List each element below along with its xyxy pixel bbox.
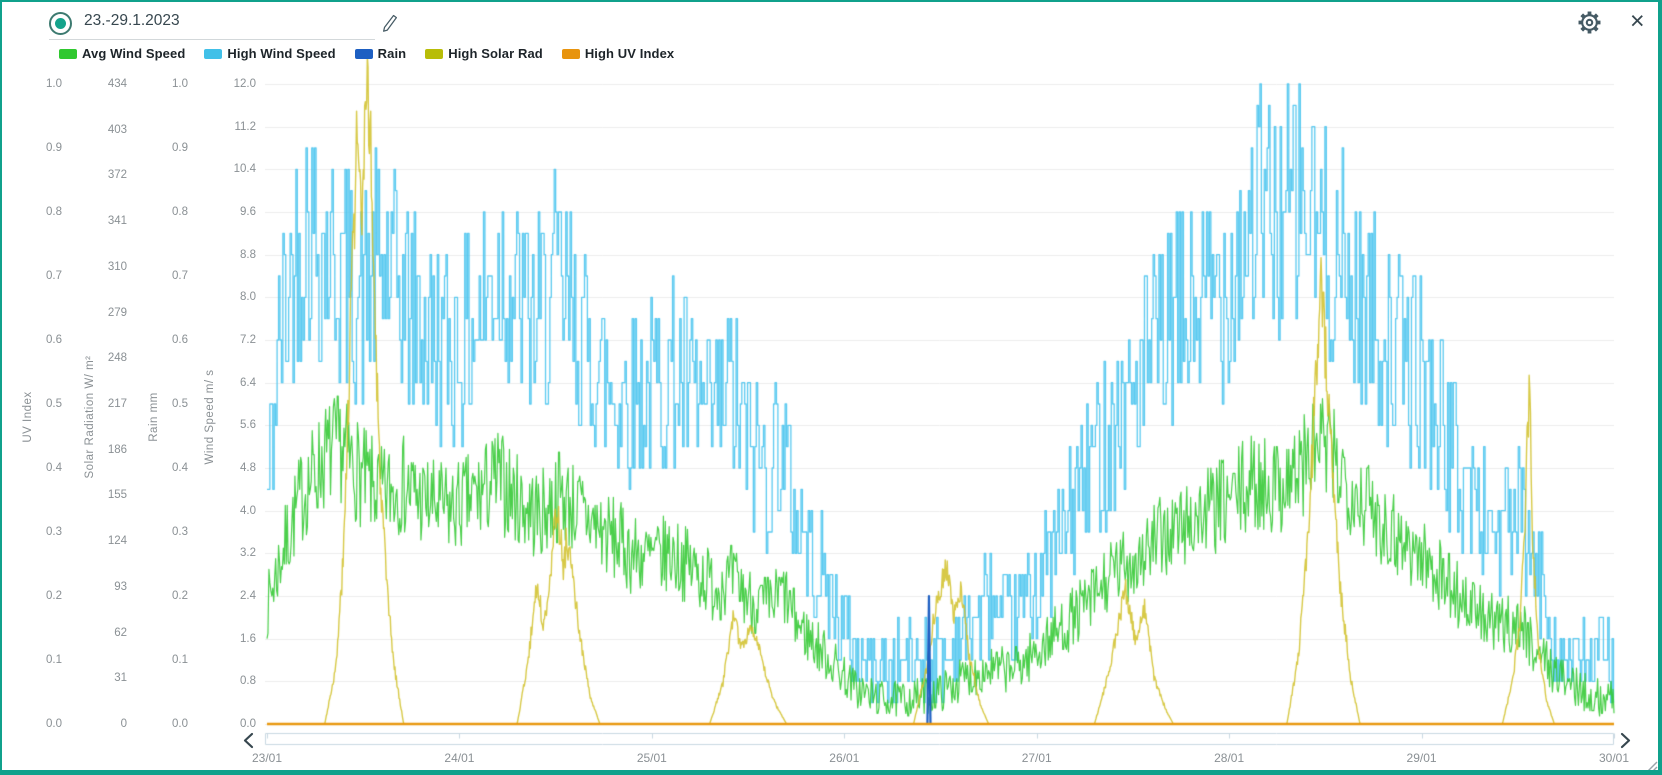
y-tick-label: 9.6 — [210, 205, 256, 219]
record-dot — [55, 18, 66, 29]
y-tick-label: 1.6 — [210, 632, 256, 646]
y-tick-label: 1.0 — [16, 77, 62, 91]
y-tick-label: 0.8 — [142, 205, 188, 219]
y-tick-label: 0.6 — [16, 333, 62, 347]
y-tick-label: 10.4 — [210, 162, 256, 176]
date-range-input[interactable] — [84, 10, 374, 36]
y-axis-title: Rain mm — [148, 392, 160, 442]
y-tick-label: 62 — [81, 626, 127, 640]
legend-label: High UV Index — [585, 46, 674, 61]
legend-label: High Solar Rad — [448, 46, 543, 61]
y-tick-label: 0.0 — [16, 717, 62, 731]
y-tick-label: 0.0 — [142, 717, 188, 731]
legend-swatch — [355, 49, 373, 59]
y-tick-label: 372 — [81, 168, 127, 182]
resize-handle-icon[interactable] — [1644, 758, 1658, 772]
y-tick-label: 5.6 — [210, 418, 256, 432]
legend-label: High Wind Speed — [227, 46, 335, 61]
y-tick-label: 403 — [81, 123, 127, 137]
y-tick-label: 4.8 — [210, 461, 256, 475]
y-tick-label: 0.8 — [16, 205, 62, 219]
y-tick-label: 8.8 — [210, 248, 256, 262]
y-tick-label: 0.2 — [16, 589, 62, 603]
y-axis-title: Solar Radiation W/ m² — [84, 356, 96, 479]
y-tick-label: 0.4 — [16, 461, 62, 475]
x-tick-label: 30/01 — [1579, 751, 1649, 765]
y-tick-label: 155 — [81, 488, 127, 502]
y-tick-label: 8.0 — [210, 290, 256, 304]
y-tick-label: 279 — [81, 306, 127, 320]
x-tick-label: 24/01 — [424, 751, 494, 765]
x-tick-label: 29/01 — [1387, 751, 1457, 765]
legend-swatch — [425, 49, 443, 59]
y-tick-label: 0.7 — [16, 269, 62, 283]
y-tick-label: 0.9 — [142, 141, 188, 155]
legend-label: Avg Wind Speed — [82, 46, 185, 61]
x-tick-label: 27/01 — [1002, 751, 1072, 765]
y-tick-label: 0.3 — [142, 525, 188, 539]
y-axis-title: Wind Speed m/ s — [204, 369, 216, 464]
legend-swatch — [59, 49, 77, 59]
legend-item-high-uv-index[interactable]: High UV Index — [562, 46, 674, 61]
date-input-underline — [49, 39, 375, 40]
y-tick-label: 0.7 — [142, 269, 188, 283]
y-tick-label: 3.2 — [210, 546, 256, 560]
legend-item-rain[interactable]: Rain — [355, 46, 407, 61]
y-tick-label: 434 — [81, 77, 127, 91]
y-tick-label: 0.4 — [142, 461, 188, 475]
y-axis-title: UV Index — [22, 391, 34, 442]
y-tick-label: 0.0 — [210, 717, 256, 731]
y-tick-label: 0 — [81, 717, 127, 731]
y-tick-label: 4.0 — [210, 504, 256, 518]
legend-item-high-wind-speed[interactable]: High Wind Speed — [204, 46, 335, 61]
legend-swatch — [204, 49, 222, 59]
pencil-edit-icon[interactable] — [381, 14, 400, 33]
legend-item-avg-wind-speed[interactable]: Avg Wind Speed — [59, 46, 185, 61]
close-x-icon[interactable]: × — [1630, 8, 1645, 34]
y-tick-label: 7.2 — [210, 333, 256, 347]
legend-label: Rain — [378, 46, 407, 61]
next-day-arrow-icon[interactable] — [1619, 732, 1632, 749]
chart-legend: Avg Wind Speed High Wind Speed Rain High So… — [59, 46, 674, 61]
y-tick-label: 310 — [81, 260, 127, 274]
y-tick-label: 0.3 — [16, 525, 62, 539]
y-tick-label: 0.8 — [210, 674, 256, 688]
chart-dialog: × Avg Wind Speed High Wind Speed Rain High … — [0, 0, 1662, 775]
x-tick-label: 28/01 — [1194, 751, 1264, 765]
y-tick-label: 341 — [81, 214, 127, 228]
legend-item-high-solar-rad[interactable]: High Solar Rad — [425, 46, 543, 61]
y-tick-label: 6.4 — [210, 376, 256, 390]
y-tick-label: 0.1 — [142, 653, 188, 667]
y-tick-label: 124 — [81, 534, 127, 548]
y-tick-label: 31 — [81, 671, 127, 685]
y-tick-label: 0.6 — [142, 333, 188, 347]
y-tick-label: 0.1 — [16, 653, 62, 667]
y-tick-label: 93 — [81, 580, 127, 594]
y-tick-label: 2.4 — [210, 589, 256, 603]
prev-day-arrow-icon[interactable] — [242, 732, 255, 749]
record-circle-icon[interactable] — [49, 12, 72, 35]
legend-swatch — [562, 49, 580, 59]
x-tick-label: 23/01 — [232, 751, 302, 765]
y-tick-label: 0.9 — [16, 141, 62, 155]
y-tick-label: 0.2 — [142, 589, 188, 603]
y-tick-label: 11.2 — [210, 120, 256, 134]
y-tick-label: 1.0 — [142, 77, 188, 91]
y-tick-label: 12.0 — [210, 77, 256, 91]
gear-settings-icon[interactable] — [1578, 11, 1601, 34]
x-tick-label: 26/01 — [809, 751, 879, 765]
x-tick-label: 25/01 — [617, 751, 687, 765]
